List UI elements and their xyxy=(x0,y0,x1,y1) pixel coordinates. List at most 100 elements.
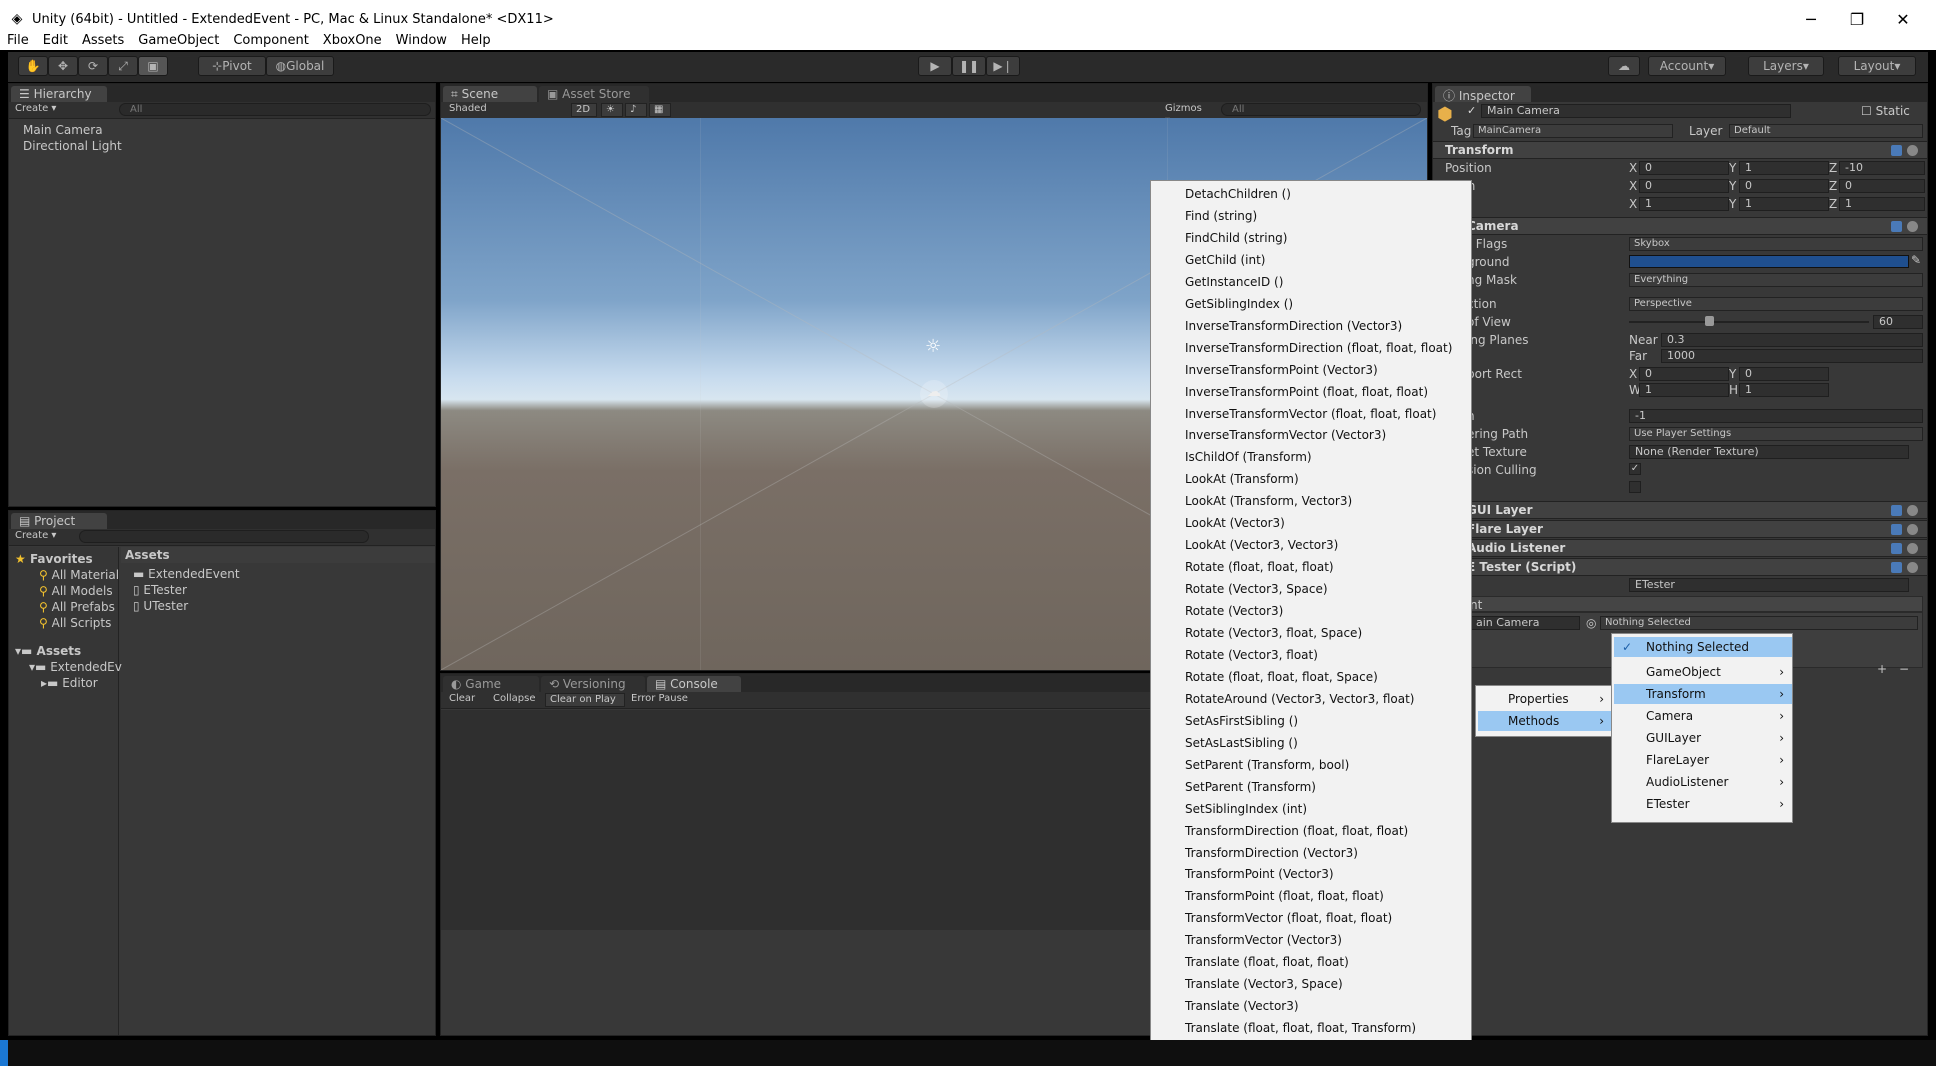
method-item[interactable]: Translate (Vector3, Space) xyxy=(1185,977,1343,991)
layers-dropdown[interactable]: Layers ▾ xyxy=(1748,56,1824,76)
breadcrumb-assets[interactable]: Assets xyxy=(125,548,170,562)
method-item[interactable]: LookAt (Vector3, Vector3) xyxy=(1185,538,1338,552)
menu-help[interactable]: Help xyxy=(454,33,498,48)
hierarchy-item-directional-light[interactable]: Directional Light xyxy=(23,139,122,153)
occlusion-culling-checkbox[interactable]: ✓ xyxy=(1629,463,1641,475)
gui-layer-header[interactable]: GUI Layer xyxy=(1433,501,1927,519)
asset-utester[interactable]: ▯ UTester xyxy=(133,599,188,613)
method-item[interactable]: DetachChildren () xyxy=(1185,187,1291,201)
method-item[interactable]: GetSiblingIndex () xyxy=(1185,297,1293,311)
lighting-icon[interactable]: ☀ xyxy=(601,103,623,117)
method-item[interactable]: SetParent (Transform, bool) xyxy=(1185,758,1349,772)
position-x-field[interactable]: 0 xyxy=(1639,161,1729,175)
menu-xboxone[interactable]: XboxOne xyxy=(316,33,389,48)
hierarchy-item-main-camera[interactable]: Main Camera xyxy=(23,123,103,137)
flare-layer-header[interactable]: Flare Layer xyxy=(1433,520,1927,538)
rendering-path-dropdown[interactable]: Use Player Settings xyxy=(1629,427,1923,441)
menu-item-properties[interactable]: Properties › xyxy=(1478,689,1612,709)
viewport-w-field[interactable]: 1 xyxy=(1639,383,1729,397)
project-search-input[interactable] xyxy=(79,530,369,543)
method-item[interactable]: LookAt (Transform) xyxy=(1185,472,1299,486)
event-target-field[interactable]: ain Camera xyxy=(1470,616,1580,630)
target-texture-field[interactable]: None (Render Texture) xyxy=(1629,445,1909,459)
menu-edit[interactable]: Edit xyxy=(36,33,75,48)
clear-flags-dropdown[interactable]: Skybox xyxy=(1629,237,1923,251)
tab-versioning[interactable]: ⟲ Versioning xyxy=(541,676,645,692)
camera-gizmo-icon[interactable]: ☁ xyxy=(927,384,941,400)
menu-window[interactable]: Window xyxy=(389,33,454,48)
method-item[interactable]: GetInstanceID () xyxy=(1185,275,1283,289)
method-item[interactable]: SetSiblingIndex (int) xyxy=(1185,802,1307,816)
projection-dropdown[interactable]: Perspective xyxy=(1629,297,1923,311)
fov-slider-track[interactable] xyxy=(1629,321,1869,323)
effects-icon[interactable]: ▦ xyxy=(649,103,671,117)
camera-header[interactable]: Camera xyxy=(1433,217,1927,235)
flare-layer-settings-icon[interactable] xyxy=(1891,524,1921,536)
audio-listener-header[interactable]: Audio Listener xyxy=(1433,539,1927,557)
shading-dropdown[interactable]: Shaded xyxy=(445,103,565,117)
console-error-pause-button[interactable]: Error Pause xyxy=(627,693,693,707)
asset-extendedevent[interactable]: ▬ ExtendedEvent xyxy=(133,567,240,581)
tab-inspector[interactable]: ⓘ Inspector xyxy=(1435,86,1531,103)
position-y-field[interactable]: 1 xyxy=(1739,161,1829,175)
method-item[interactable]: Rotate (float, float, float, Space) xyxy=(1185,670,1378,684)
console-clear-on-play-button[interactable]: Clear on Play xyxy=(545,693,625,707)
menu-item-transform[interactable]: Transform › xyxy=(1614,684,1792,704)
static-toggle[interactable]: ☐ Static xyxy=(1861,104,1910,118)
method-item[interactable]: TransformPoint (Vector3) xyxy=(1185,867,1334,881)
add-event-button[interactable]: + xyxy=(1877,662,1887,676)
remove-event-button[interactable]: − xyxy=(1899,662,1909,676)
active-checkbox[interactable]: ✓ xyxy=(1467,104,1476,117)
global-toggle[interactable]: ◍ Global xyxy=(266,56,334,76)
method-item[interactable]: GetChild (int) xyxy=(1185,253,1265,267)
culling-mask-dropdown[interactable]: Everything xyxy=(1629,273,1923,287)
object-picker-icon[interactable]: ◎ xyxy=(1586,616,1596,630)
background-color-field[interactable] xyxy=(1629,255,1909,268)
hierarchy-create-dropdown[interactable]: Create ▾ xyxy=(11,103,60,117)
menu-item-camera[interactable]: Camera › xyxy=(1614,706,1792,726)
method-item[interactable]: Translate (Vector3) xyxy=(1185,999,1299,1013)
tag-dropdown[interactable]: MainCamera xyxy=(1473,124,1673,138)
method-item[interactable]: Translate (float, float, float) xyxy=(1185,955,1349,969)
method-item[interactable]: Rotate (float, float, float) xyxy=(1185,560,1334,574)
etester-header[interactable]: E Tester (Script) xyxy=(1433,558,1927,576)
scale-z-field[interactable]: 1 xyxy=(1839,197,1925,211)
play-button[interactable]: ▶ xyxy=(918,56,952,76)
rotation-x-field[interactable]: 0 xyxy=(1639,179,1729,193)
method-item[interactable]: InverseTransformDirection (float, float,… xyxy=(1185,341,1452,355)
transform-settings-icon[interactable] xyxy=(1891,145,1921,157)
tab-console[interactable]: ▤ Console xyxy=(647,676,741,692)
menu-item-nothing-selected[interactable]: ✓ Nothing Selected xyxy=(1614,637,1792,657)
event-function-dropdown[interactable]: Nothing Selected xyxy=(1600,616,1918,630)
camera-settings-icon[interactable] xyxy=(1891,221,1921,233)
fov-slider-handle[interactable] xyxy=(1705,316,1714,326)
method-item[interactable]: RotateAround (Vector3, Vector3, float) xyxy=(1185,692,1414,706)
menu-component[interactable]: Component xyxy=(226,33,315,48)
viewport-y-field[interactable]: 0 xyxy=(1739,367,1829,381)
method-item[interactable]: LookAt (Vector3) xyxy=(1185,516,1285,530)
favorite-all-materials[interactable]: ⚲ All Material xyxy=(39,568,119,582)
audio-icon[interactable]: ♪ xyxy=(625,103,647,117)
menu-item-methods[interactable]: Methods › xyxy=(1478,711,1612,731)
hand-tool-icon[interactable]: ✋ xyxy=(18,56,48,76)
method-item[interactable]: InverseTransformPoint (Vector3) xyxy=(1185,363,1378,377)
method-item[interactable]: Rotate (Vector3, Space) xyxy=(1185,582,1328,596)
method-item[interactable]: InverseTransformPoint (float, float, flo… xyxy=(1185,385,1428,399)
assets-tree-header[interactable]: ▾▬ Assets xyxy=(15,644,81,658)
tab-scene[interactable]: ⌗ Scene xyxy=(443,86,537,102)
step-button[interactable]: ▶❘ xyxy=(986,56,1020,76)
fov-field[interactable]: 60 xyxy=(1873,315,1923,329)
scene-search-input[interactable]: All xyxy=(1221,103,1421,116)
method-item[interactable]: FindChild (string) xyxy=(1185,231,1287,245)
method-item[interactable]: TransformVector (float, float, float) xyxy=(1185,911,1392,925)
gui-layer-settings-icon[interactable] xyxy=(1891,505,1921,517)
layout-dropdown[interactable]: Layout ▾ xyxy=(1838,56,1916,76)
pause-button[interactable]: ❚❚ xyxy=(952,56,986,76)
menu-gameobject[interactable]: GameObject xyxy=(131,33,226,48)
method-item[interactable]: TransformDirection (Vector3) xyxy=(1185,846,1358,860)
rect-tool-icon[interactable]: ▣ xyxy=(138,56,168,76)
audio-listener-settings-icon[interactable] xyxy=(1891,543,1921,555)
method-item[interactable]: TransformVector (Vector3) xyxy=(1185,933,1342,947)
scale-y-field[interactable]: 1 xyxy=(1739,197,1829,211)
rotate-tool-icon[interactable]: ⟳ xyxy=(78,56,108,76)
